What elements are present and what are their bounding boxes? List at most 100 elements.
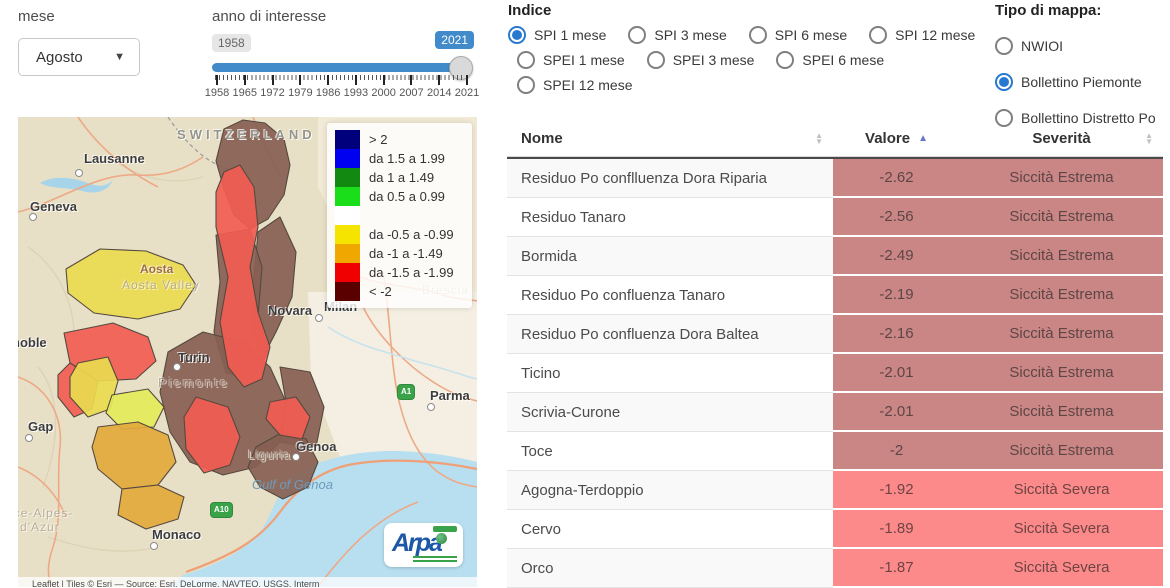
slider-major-tick	[327, 75, 329, 85]
basin-name-cell: Cervo	[507, 510, 833, 549]
slider-major-tick	[299, 75, 301, 85]
radio-icon[interactable]	[995, 37, 1013, 55]
radio-icon[interactable]	[869, 26, 887, 44]
value-cell: -1.89	[833, 510, 960, 549]
radio-option-spei-3-mese[interactable]: SPEI 3 mese	[647, 51, 755, 69]
radio-option-spei-12-mese[interactable]: SPEI 12 mese	[517, 76, 633, 94]
slider-value-badge: 2021	[435, 31, 474, 49]
severity-cell: Siccità Estrema	[960, 276, 1163, 315]
radio-icon[interactable]	[517, 76, 535, 94]
value-cell: -2.49	[833, 237, 960, 276]
legend-label: da -1.5 a -1.99	[369, 265, 454, 280]
year-slider[interactable]: 1958 2021 195819651972197919861993200020…	[212, 34, 470, 98]
drought-table: Nome▲▼Valore▲Severità▲▼ Residuo Po confl…	[507, 121, 1163, 588]
slider-track[interactable]	[212, 63, 470, 72]
legend-swatch	[335, 187, 360, 206]
table-row[interactable]: Residuo Po confluenza Dora Baltea-2.16Si…	[507, 315, 1163, 354]
value-cell: -2.56	[833, 198, 960, 237]
legend-label: da 0.5 a 0.99	[369, 189, 445, 204]
radio-icon[interactable]	[508, 26, 526, 44]
map-label-monaco: Monaco	[152, 527, 201, 542]
table-row[interactable]: Scrivia-Curone-2.01Siccità Estrema	[507, 393, 1163, 432]
radio-icon[interactable]	[647, 51, 665, 69]
column-header-nome[interactable]: Nome▲▼	[507, 121, 833, 157]
radio-option-spi-3-mese[interactable]: SPI 3 mese	[628, 26, 726, 44]
table-row[interactable]: Cervo-1.89Siccità Severa	[507, 510, 1163, 549]
arpa-logo-globe-icon	[436, 533, 447, 544]
city-dot-marker	[75, 169, 83, 177]
slider-major-tick	[466, 75, 468, 85]
radio-icon[interactable]	[749, 26, 767, 44]
legend-label: da 1 a 1.49	[369, 170, 434, 185]
column-header-valore[interactable]: Valore▲	[833, 121, 960, 157]
legend-swatch	[335, 225, 360, 244]
radio-option-nwioi[interactable]: NWIOI	[995, 37, 1063, 55]
radio-label: SPI 12 mese	[895, 27, 975, 43]
severity-cell: Siccità Estrema	[960, 354, 1163, 393]
basin-name-cell: Residuo Tanaro	[507, 198, 833, 237]
basin-name-cell: Residuo Po conflluenza Dora Riparia	[507, 159, 833, 198]
map-label-turin: Turin	[178, 350, 210, 365]
city-dot-marker	[25, 434, 33, 442]
radio-option-spi-1-mese[interactable]: SPI 1 mese	[508, 26, 606, 44]
legend-row: < -2	[335, 282, 464, 301]
sort-icon[interactable]: ▲▼	[1145, 133, 1153, 145]
map-label-switzerland: SWITZERLAND	[177, 127, 316, 142]
value-cell: -1.87	[833, 549, 960, 588]
slider-tick-label: 2000	[371, 87, 395, 99]
table-row[interactable]: Residuo Tanaro-2.56Siccità Estrema	[507, 198, 1163, 237]
radio-option-spei-1-mese[interactable]: SPEI 1 mese	[517, 51, 625, 69]
radio-option-spi-6-mese[interactable]: SPI 6 mese	[749, 26, 847, 44]
legend-label: < -2	[369, 284, 392, 299]
index-group-title: Indice	[508, 2, 978, 19]
table-row[interactable]: Bormida-2.49Siccità Estrema	[507, 237, 1163, 276]
slider-tick-label: 1979	[288, 87, 312, 99]
city-dot-marker	[315, 314, 323, 322]
column-header-severità[interactable]: Severità▲▼	[960, 121, 1163, 157]
table-row[interactable]: Ticino-2.01Siccità Estrema	[507, 354, 1163, 393]
map-label-noble: noble	[18, 335, 47, 350]
table-row[interactable]: Residuo Po conflluenza Dora Riparia-2.62…	[507, 159, 1163, 198]
severity-cell: Siccità Severa	[960, 510, 1163, 549]
city-dot-marker	[173, 363, 181, 371]
legend-swatch	[335, 168, 360, 187]
radio-option-bollettino-piemonte[interactable]: Bollettino Piemonte	[995, 73, 1142, 91]
map-label-parma: Parma	[430, 388, 470, 403]
radio-option-spi-12-mese[interactable]: SPI 12 mese	[869, 26, 975, 44]
sort-ascending-icon[interactable]: ▲	[918, 133, 928, 144]
city-dot-marker	[427, 403, 435, 411]
legend-row: > 2	[335, 130, 464, 149]
drought-map[interactable]: SWITZERLANDLausanneGenevanobleAostaAosta…	[18, 117, 477, 587]
table-row[interactable]: Residuo Po confluenza Tanaro-2.19Siccità…	[507, 276, 1163, 315]
radio-icon[interactable]	[628, 26, 646, 44]
radio-label: SPI 3 mese	[654, 27, 726, 43]
month-select[interactable]: Agosto ▼	[18, 38, 140, 76]
slider-tick-label: 2014	[427, 87, 451, 99]
legend-row: da 1 a 1.49	[335, 168, 464, 187]
map-legend: > 2da 1.5 a 1.99da 1 a 1.49da 0.5 a 0.99…	[327, 123, 472, 308]
radio-icon[interactable]	[776, 51, 794, 69]
legend-row: da -1.5 a -1.99	[335, 263, 464, 282]
radio-icon[interactable]	[517, 51, 535, 69]
slider-major-tick	[438, 75, 440, 85]
value-cell: -2.19	[833, 276, 960, 315]
severity-cell: Siccità Estrema	[960, 432, 1163, 471]
map-label-gulf-of-genoa: Gulf of Genoa	[252, 477, 333, 492]
table-row[interactable]: Toce-2Siccità Estrema	[507, 432, 1163, 471]
slider-tick-label: 1972	[260, 87, 284, 99]
map-type-radio-group: Tipo di mappa: NWIOIBollettino PiemonteB…	[995, 2, 1170, 127]
map-label-liguria: Liguria	[248, 448, 291, 462]
radio-option-spei-6-mese[interactable]: SPEI 6 mese	[776, 51, 884, 69]
map-label-novara: Novara	[268, 303, 312, 318]
severity-cell: Siccità Severa	[960, 471, 1163, 510]
table-row[interactable]: Agogna-Terdoppio-1.92Siccità Severa	[507, 471, 1163, 510]
sort-icon[interactable]: ▲▼	[815, 133, 823, 145]
table-row[interactable]: Orco-1.87Siccità Severa	[507, 549, 1163, 588]
slider-major-tick	[272, 75, 274, 85]
map-label-gap: Gap	[28, 419, 53, 434]
slider-tick-label: 1958	[205, 87, 229, 99]
radio-label: SPEI 3 mese	[673, 52, 755, 68]
radio-icon[interactable]	[995, 73, 1013, 91]
map-label-lausanne: Lausanne	[84, 151, 145, 166]
legend-row	[335, 206, 464, 225]
